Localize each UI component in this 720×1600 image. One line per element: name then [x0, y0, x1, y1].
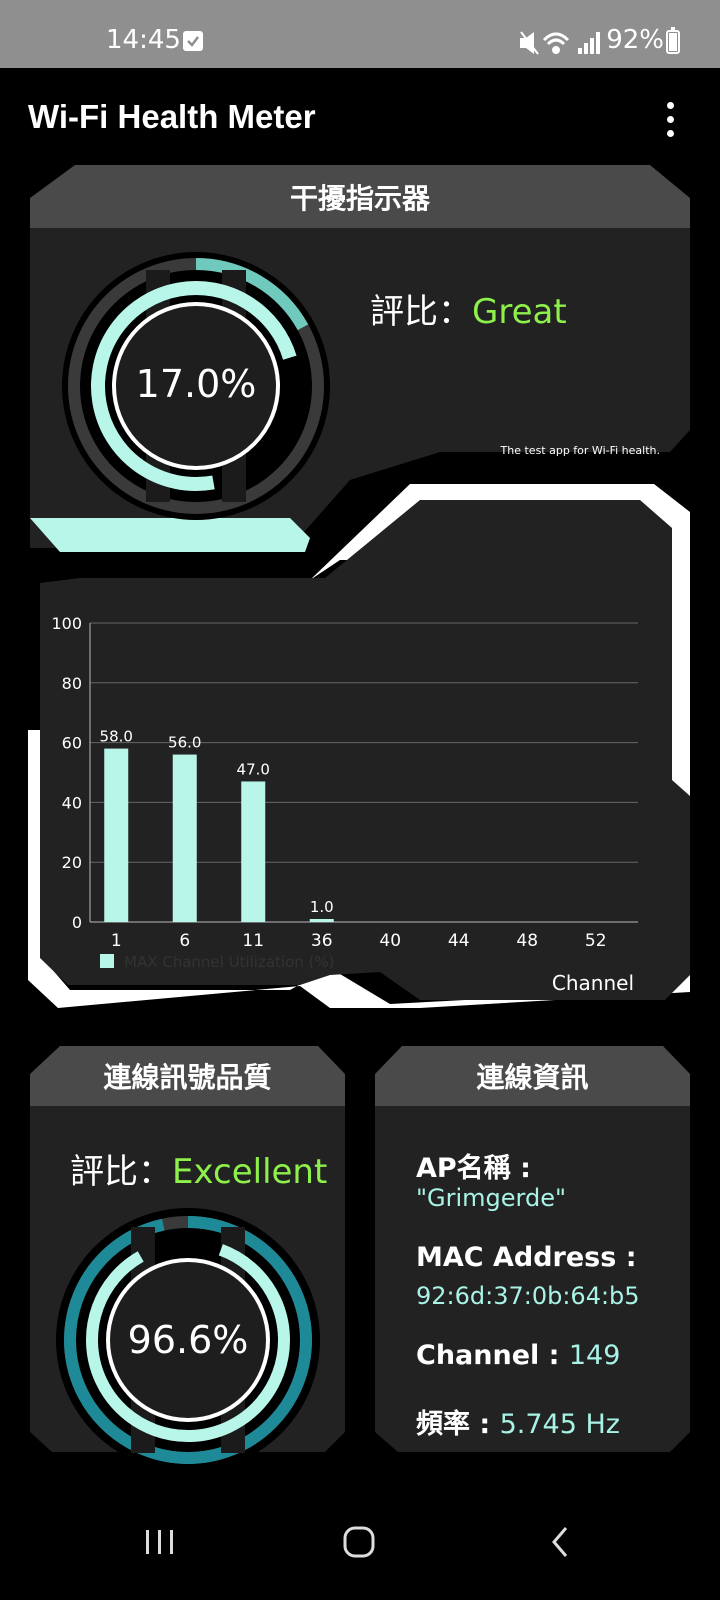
x-axis-label: Channel	[552, 971, 634, 995]
back-icon[interactable]	[542, 1522, 582, 1562]
x-tick-label: 11	[242, 931, 264, 951]
x-tick-label: 48	[516, 931, 538, 951]
channel-row: Channel : 149	[416, 1340, 620, 1371]
bar	[241, 781, 266, 922]
ap-value: "Grimgerde"	[416, 1184, 567, 1212]
signal-rating: 評比：Excellent	[70, 1144, 327, 1193]
frequency-row: 頻率 : 5.745 Hz	[416, 1402, 620, 1441]
signal-rating-label: 評比：	[70, 1152, 172, 1192]
mac-label: MAC Address :	[416, 1242, 637, 1273]
frequency-label: 頻率 :	[416, 1409, 500, 1440]
navigation-bar	[0, 1480, 720, 1600]
frequency-value: 5.745 Hz	[499, 1409, 620, 1440]
recent-apps-icon[interactable]	[140, 1522, 180, 1562]
legend-swatch	[100, 954, 114, 968]
channel-label: Channel :	[416, 1340, 569, 1371]
signal-rating-value: Excellent	[172, 1152, 328, 1192]
data-label: 1.0	[310, 898, 334, 916]
y-tick-label: 20	[62, 853, 82, 872]
home-icon[interactable]	[340, 1522, 380, 1562]
y-tick-label: 80	[62, 674, 82, 693]
bar	[309, 919, 334, 922]
signal-value: 96.6%	[127, 1318, 249, 1362]
y-tick-label: 0	[72, 913, 82, 932]
y-tick-label: 40	[62, 793, 82, 812]
x-tick-label: 44	[448, 931, 470, 951]
x-tick-label: 1	[111, 931, 122, 951]
channel-value: 149	[568, 1340, 621, 1371]
bar	[104, 748, 129, 922]
data-label: 47.0	[237, 760, 270, 778]
legend-label: MAX Channel Utilization (%)	[124, 953, 334, 971]
data-label: 56.0	[168, 734, 201, 752]
x-tick-label: 52	[585, 931, 607, 951]
x-tick-label: 40	[379, 931, 401, 951]
info-header: 連線資訊	[476, 1061, 589, 1094]
y-tick-label: 60	[62, 734, 82, 753]
x-tick-label: 36	[311, 931, 333, 951]
signal-header: 連線訊號品質	[103, 1061, 272, 1094]
x-tick-label: 6	[179, 931, 190, 951]
bar	[172, 754, 197, 922]
ap-label: AP名稱 :	[416, 1153, 531, 1184]
data-label: 58.0	[100, 728, 133, 746]
y-tick-label: 100	[51, 614, 82, 633]
mac-value: 92:6d:37:0b:64:b5	[416, 1282, 640, 1310]
